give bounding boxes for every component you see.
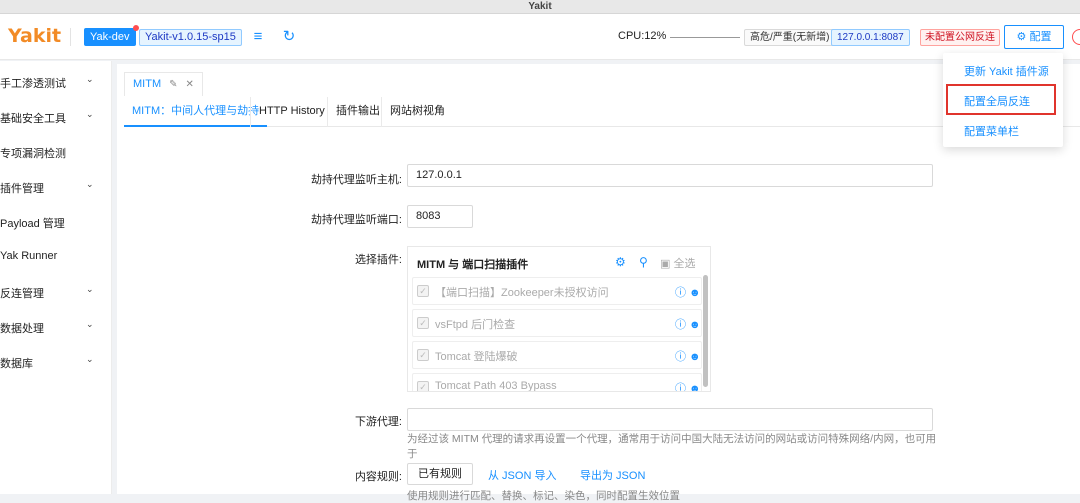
chevron-down-icon: ⌄ bbox=[86, 284, 94, 294]
sidebar-item-database[interactable]: 数据库 ⌄ bbox=[0, 345, 112, 379]
menu-fold-icon[interactable]: ≡ bbox=[249, 28, 267, 46]
chevron-down-icon: ⌄ bbox=[86, 179, 94, 189]
list-item[interactable]: ✓ 【端口扫描】Zookeeper未授权访问 ⓘ ☻ bbox=[412, 277, 702, 305]
checkbox[interactable]: ✓ bbox=[417, 285, 429, 297]
settings-icon[interactable]: ⚙ bbox=[615, 255, 626, 269]
import-json-link[interactable]: 从 JSON 导入 bbox=[488, 467, 556, 483]
existing-rules-button[interactable]: 已有规则 bbox=[407, 463, 473, 485]
help-user-icon[interactable]: ⓘ ☻ bbox=[675, 284, 701, 300]
gear-icon: ⚙ bbox=[1016, 31, 1027, 43]
chevron-down-icon: ⌄ bbox=[86, 109, 94, 119]
chevron-down-icon: ⌄ bbox=[86, 354, 94, 364]
sidebar-item-payload[interactable]: Payload 管理 bbox=[0, 205, 112, 239]
menu-item-update-plugin-source[interactable]: 更新 Yakit 插件源 bbox=[964, 63, 1049, 79]
sidebar-item-manual-pentest[interactable]: 手工渗透测试 ⌄ bbox=[0, 65, 112, 99]
engine-address-tag[interactable]: 127.0.0.1:8087 bbox=[831, 29, 910, 46]
sidebar-item-yak-runner[interactable]: Yak Runner bbox=[0, 240, 112, 274]
content-rules-label: 内容规则: bbox=[354, 471, 402, 483]
host-label: 劫持代理监听主机: bbox=[310, 174, 402, 186]
notification-dot bbox=[132, 25, 139, 31]
plugin-selector: MITM 与 端口扫描插件 ⚙ ⚲ ▣ 全选 ✓ 【端口扫描】Zookeeper… bbox=[407, 246, 711, 392]
refresh-icon[interactable]: ↻ bbox=[280, 28, 298, 46]
cpu-sparkline bbox=[670, 37, 740, 38]
close-icon[interactable]: ✕ bbox=[186, 79, 194, 90]
tab-site-tree[interactable]: 网站树视角 bbox=[381, 97, 453, 127]
sidebar: 手工渗透测试 ⌄ 基础安全工具 ⌄ 专项漏洞检测 插件管理 ⌄ Payload 管理 … bbox=[0, 61, 112, 494]
downstream-proxy-help: 为经过该 MITM 代理的请求再设置一个代理，通常用于访问中国大陆无法访问的网站… bbox=[407, 433, 937, 475]
sidebar-item-basic-tools[interactable]: 基础安全工具 ⌄ bbox=[0, 100, 112, 134]
menu-item-menu-bar-config[interactable]: 配置菜单栏 bbox=[964, 123, 1019, 139]
tab-mitm[interactable]: MITM ✎ ✕ bbox=[124, 72, 203, 96]
env-tag[interactable]: Yak-dev bbox=[84, 25, 139, 46]
chevron-down-icon: ⌄ bbox=[86, 74, 94, 84]
window-title: Yakit bbox=[528, 1, 552, 12]
header-divider bbox=[70, 28, 71, 46]
list-item[interactable]: ✓ Tomcat 登陆爆破 ⓘ ☻ bbox=[412, 341, 702, 369]
port-label: 劫持代理监听端口: bbox=[310, 214, 402, 226]
window-title-bar: Yakit bbox=[0, 0, 1080, 14]
scrollbar[interactable] bbox=[703, 275, 708, 387]
checkbox[interactable]: ✓ bbox=[417, 381, 429, 391]
select-all-checkbox[interactable]: ▣ 全选 bbox=[660, 255, 695, 271]
plugin-box-title: MITM 与 端口扫描插件 bbox=[417, 259, 529, 271]
sidebar-item-vuln-detection[interactable]: 专项漏洞检测 bbox=[0, 135, 112, 169]
tab-plugin-output[interactable]: 插件输出 bbox=[327, 97, 388, 127]
port-input[interactable]: 8083 bbox=[407, 205, 473, 228]
highlight-box bbox=[946, 84, 1056, 115]
list-item[interactable]: ✓ Tomcat Path 403 Bypass ⓘ ☻ bbox=[412, 373, 702, 391]
export-json-link[interactable]: 导出为 JSON bbox=[580, 467, 645, 483]
chevron-down-icon: ⌄ bbox=[86, 319, 94, 329]
checkbox[interactable]: ✓ bbox=[417, 317, 429, 329]
sub-tab-bar: MITM：中间人代理与劫持 HTTP History 插件输出 网站树视角 bbox=[124, 97, 1080, 127]
tab-http-history[interactable]: HTTP History bbox=[250, 97, 333, 127]
plugin-label: 选择插件: bbox=[354, 254, 402, 266]
power-icon[interactable] bbox=[1072, 29, 1080, 45]
reverse-connection-warning-tag[interactable]: 未配置公网反连 bbox=[920, 29, 1000, 46]
help-user-icon[interactable]: ⓘ ☻ bbox=[675, 316, 701, 332]
content-rules-help: 使用规则进行匹配、替换、标记、染色，同时配置生效位置 bbox=[407, 490, 680, 502]
search-icon[interactable]: ⚲ bbox=[639, 255, 648, 269]
app-logo: Yakit bbox=[8, 25, 62, 47]
sidebar-item-reverse-management[interactable]: 反连管理 ⌄ bbox=[0, 275, 112, 309]
version-tag: Yakit-v1.0.15-sp15 bbox=[139, 29, 242, 46]
downstream-proxy-input[interactable] bbox=[407, 408, 933, 431]
config-button[interactable]: ⚙ 配置 bbox=[1004, 25, 1064, 49]
help-user-icon[interactable]: ⓘ ☻ bbox=[675, 380, 701, 391]
sidebar-item-data-processing[interactable]: 数据处理 ⌄ bbox=[0, 310, 112, 344]
app-header: Yakit Yak-dev Yakit-v1.0.15-sp15 ≡ ↻ CPU… bbox=[0, 14, 1080, 60]
list-item[interactable]: ✓ vsFtpd 后门检查 ⓘ ☻ bbox=[412, 309, 702, 337]
risk-tag[interactable]: 高危/严重(无新增) bbox=[744, 29, 836, 46]
host-input[interactable]: 127.0.0.1 bbox=[407, 164, 933, 187]
help-user-icon[interactable]: ⓘ ☻ bbox=[675, 348, 701, 364]
tab-mitm-proxy[interactable]: MITM：中间人代理与劫持 bbox=[124, 97, 268, 127]
downstream-proxy-label: 下游代理: bbox=[354, 416, 402, 428]
config-dropdown-menu: 更新 Yakit 插件源 配置全局反连 配置菜单栏 bbox=[943, 53, 1063, 147]
cpu-usage: CPU:12% bbox=[618, 30, 667, 42]
edit-icon[interactable]: ✎ bbox=[169, 79, 177, 90]
sidebar-item-plugin-management[interactable]: 插件管理 ⌄ bbox=[0, 170, 112, 204]
checkbox[interactable]: ✓ bbox=[417, 349, 429, 361]
